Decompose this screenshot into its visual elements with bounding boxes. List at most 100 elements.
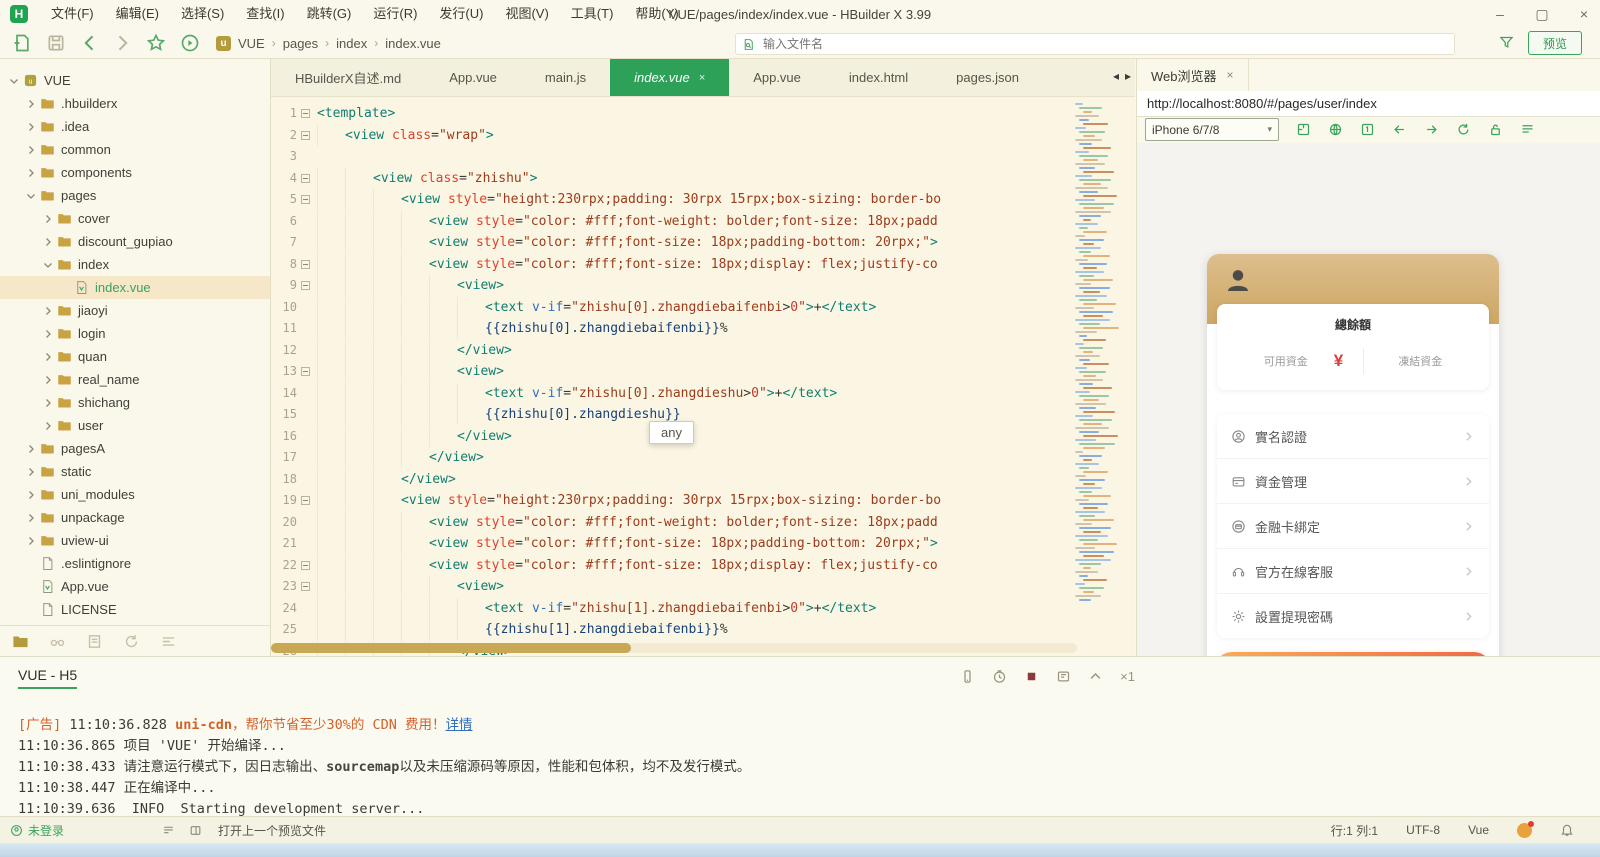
tree-chevron-icon[interactable] xyxy=(42,236,54,248)
breadcrumb-item-index.vue[interactable]: index.vue xyxy=(385,36,441,51)
tree-chevron-icon[interactable] xyxy=(42,213,54,225)
tree-chevron-icon[interactable] xyxy=(25,535,37,547)
sidebar-item-unpackage[interactable]: unpackage xyxy=(0,506,270,529)
sidebar-item-index.vue[interactable]: index.vue xyxy=(0,276,270,299)
sidebar-item-components[interactable]: components xyxy=(0,161,270,184)
console-tab[interactable]: VUE - H5 xyxy=(18,667,77,683)
project-view-icon[interactable] xyxy=(12,633,29,650)
tab-close-icon[interactable]: × xyxy=(699,72,705,84)
bookmark-star-icon[interactable] xyxy=(146,33,166,53)
stop-icon[interactable] xyxy=(1024,669,1039,684)
avatar-icon[interactable] xyxy=(1223,266,1253,296)
editor-tab-index.html[interactable]: index.html xyxy=(825,59,932,96)
tree-chevron-icon[interactable] xyxy=(42,305,54,317)
horizontal-scrollbar-thumb[interactable] xyxy=(271,643,631,653)
actual-size-icon[interactable] xyxy=(1360,122,1375,137)
sidebar-item-quan[interactable]: quan xyxy=(0,345,270,368)
editor-tab-main.js[interactable]: main.js xyxy=(521,59,610,96)
fold-marker-icon[interactable] xyxy=(301,367,310,376)
sidebar-item-static[interactable]: static xyxy=(0,460,270,483)
tree-chevron-icon[interactable] xyxy=(25,466,37,478)
menu-item-0[interactable]: 文件(F) xyxy=(40,0,105,28)
collapse-panel-icon[interactable] xyxy=(1088,669,1103,684)
user-menu-item-headset[interactable]: 官方在線客服 xyxy=(1217,548,1489,593)
tab-scroll-left-icon[interactable]: ◂ xyxy=(1113,69,1119,83)
fold-marker-icon[interactable] xyxy=(301,582,310,591)
tree-chevron-icon[interactable] xyxy=(25,144,37,156)
update-notification-icon[interactable] xyxy=(1517,823,1532,838)
fold-marker-icon[interactable] xyxy=(301,260,310,269)
devtools-icon[interactable] xyxy=(1520,122,1535,137)
sidebar-item-uview-ui[interactable]: uview-ui xyxy=(0,529,270,552)
close-console-icon[interactable]: ×1 xyxy=(1120,669,1135,684)
maximize-button[interactable]: ▢ xyxy=(1534,0,1550,28)
menu-item-7[interactable]: 视图(V) xyxy=(494,0,559,28)
sidebar-item-VUE[interactable]: uVUE xyxy=(0,69,270,92)
preview-tab-close-icon[interactable]: × xyxy=(1227,68,1234,82)
sidebar-item-shichang[interactable]: shichang xyxy=(0,391,270,414)
sidebar-item-common[interactable]: common xyxy=(0,138,270,161)
sidebar-item-.hbuilderx[interactable]: .hbuilderx xyxy=(0,92,270,115)
preview-toggle-icon[interactable] xyxy=(189,824,202,837)
breadcrumb-item-pages[interactable]: pages xyxy=(283,36,318,51)
open-in-browser-icon[interactable] xyxy=(1296,122,1311,137)
cursor-position[interactable]: 行:1 列:1 xyxy=(1331,822,1378,839)
filter-funnel-icon[interactable] xyxy=(1499,35,1514,50)
sidebar-item-pages[interactable]: pages xyxy=(0,184,270,207)
menu-item-2[interactable]: 选择(S) xyxy=(170,0,235,28)
tab-web-browser[interactable]: Web浏览器 × xyxy=(1137,59,1249,91)
sidebar-item-discount_gupiao[interactable]: discount_gupiao xyxy=(0,230,270,253)
fold-marker-icon[interactable] xyxy=(301,109,310,118)
login-status[interactable]: 未登录 xyxy=(10,822,64,839)
timer-icon[interactable] xyxy=(992,669,1007,684)
tree-chevron-icon[interactable] xyxy=(42,374,54,386)
user-menu-item-wallet[interactable]: 資金管理 xyxy=(1217,458,1489,503)
breadcrumb-item-index[interactable]: index xyxy=(336,36,367,51)
sidebar-item-jiaoyi[interactable]: jiaoyi xyxy=(0,299,270,322)
tree-chevron-icon[interactable] xyxy=(25,167,37,179)
nav-forward-icon[interactable] xyxy=(1424,122,1439,137)
language-mode[interactable]: Vue xyxy=(1468,823,1489,837)
sidebar-item-real_name[interactable]: real_name xyxy=(0,368,270,391)
nav-back-icon[interactable] xyxy=(1392,122,1407,137)
tree-chevron-icon[interactable] xyxy=(42,328,54,340)
fold-marker-icon[interactable] xyxy=(301,174,310,183)
back-icon[interactable] xyxy=(80,33,100,53)
menu-item-8[interactable]: 工具(T) xyxy=(560,0,625,28)
log-token[interactable]: 详情 xyxy=(446,717,473,733)
tree-chevron-icon[interactable] xyxy=(42,351,54,363)
menu-item-3[interactable]: 查找(I) xyxy=(235,0,295,28)
sidebar-item-pagesA[interactable]: pagesA xyxy=(0,437,270,460)
user-menu-item-gear[interactable]: 設置提現密碼 xyxy=(1217,593,1489,638)
fold-marker-icon[interactable] xyxy=(301,561,310,570)
refresh-icon[interactable] xyxy=(123,633,140,650)
console-toggle-icon[interactable] xyxy=(162,824,175,837)
run-icon[interactable] xyxy=(180,33,200,53)
tree-chevron-icon[interactable] xyxy=(25,190,37,202)
fold-marker-icon[interactable] xyxy=(301,281,310,290)
minimap[interactable] xyxy=(1075,103,1119,623)
minimize-button[interactable]: – xyxy=(1492,0,1508,28)
editor-tab-index.vue[interactable]: index.vue× xyxy=(610,59,729,96)
editor-tab-pages.json[interactable]: pages.json xyxy=(932,59,1043,96)
tree-chevron-icon[interactable] xyxy=(25,98,37,110)
save-icon[interactable] xyxy=(46,33,66,53)
user-menu-item-idbadge[interactable]: 實名認證 xyxy=(1217,414,1489,458)
file-search[interactable] xyxy=(735,33,1455,55)
fold-marker-icon[interactable] xyxy=(301,496,310,505)
fold-marker-icon[interactable] xyxy=(301,195,310,204)
sidebar-item-.idea[interactable]: .idea xyxy=(0,115,270,138)
sidebar-item-login[interactable]: login xyxy=(0,322,270,345)
open-previous-preview[interactable]: 打开上一个预览文件 xyxy=(218,822,326,839)
emulator-icon[interactable] xyxy=(1328,122,1343,137)
soft-keyboard-icon[interactable] xyxy=(960,669,975,684)
sidebar-item-App.vue[interactable]: App.vue xyxy=(0,575,270,598)
bell-icon[interactable] xyxy=(1560,823,1574,837)
url-input[interactable] xyxy=(1137,96,1600,111)
sidebar-item-uni_modules[interactable]: uni_modules xyxy=(0,483,270,506)
editor-tab-App.vue[interactable]: App.vue xyxy=(729,59,825,96)
tree-chevron-icon[interactable] xyxy=(25,489,37,501)
collapse-all-icon[interactable] xyxy=(160,633,177,650)
new-file-icon[interactable] xyxy=(12,33,32,53)
tree-chevron-icon[interactable] xyxy=(25,443,37,455)
